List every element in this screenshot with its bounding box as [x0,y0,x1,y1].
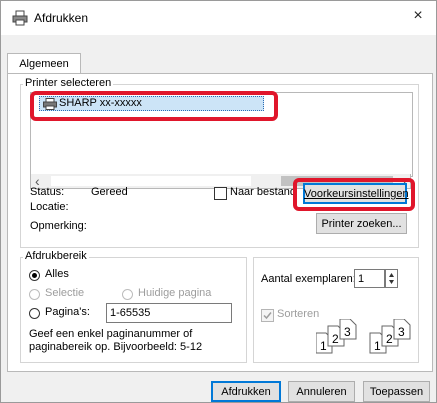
printer-select-label: Printer selecteren [23,77,114,89]
cancel-button[interactable]: Annuleren [288,381,355,402]
print-dialog: Afdrukken × Algemeen Printer selecteren … [0,0,437,403]
range-hint: Geef een enkel paginanummer of paginaber… [29,328,203,353]
svg-text:1: 1 [320,339,327,353]
all-pages-label: Alles [45,268,69,280]
copies-stepper[interactable] [385,269,398,288]
svg-text:2: 2 [332,332,339,346]
selection-radio[interactable] [29,289,40,300]
collate-pages-icon: 123 123 [316,319,411,354]
window-title: Afdrukken [34,11,89,25]
close-icon[interactable]: × [408,7,428,25]
preferences-highlight-box [293,178,415,211]
printer-highlight-box [30,91,278,121]
print-to-file-label: Naar bestand [230,186,297,198]
pages-label: Pagina's: [45,306,90,318]
pages-radio[interactable] [29,308,40,319]
find-printer-button[interactable]: Printer zoeken... [316,213,407,234]
svg-text:2: 2 [386,332,393,346]
pages-input[interactable]: 1-65535 [106,303,232,323]
status-value: Gereed [91,186,128,198]
collate-label: Sorteren [277,308,320,320]
current-page-radio[interactable] [122,289,133,300]
scrollbar-track [51,176,251,186]
svg-text:3: 3 [398,325,405,339]
svg-text:1: 1 [374,339,381,353]
printer-icon [12,10,28,26]
copies-label: Aantal exemplaren: [261,273,356,285]
tab-general[interactable]: Algemeen [7,53,81,74]
status-label: Status: [30,186,65,198]
current-page-label: Huidige pagina [138,287,212,299]
svg-text:3: 3 [344,325,351,339]
collate-checkbox[interactable] [261,309,274,322]
selection-label: Selectie [45,287,85,299]
copies-input[interactable]: 1 [354,269,385,288]
all-pages-radio[interactable] [29,270,40,281]
print-range-label: Afdrukbereik [23,250,89,262]
title-bar: Afdrukken × [1,1,436,35]
print-to-file-checkbox[interactable] [214,187,227,200]
check-icon [263,312,272,320]
location-label: Locatie: [30,201,69,213]
print-button[interactable]: Afdrukken [211,381,281,402]
apply-button[interactable]: Toepassen [363,381,430,402]
stepper-arrows-icon[interactable] [386,270,397,287]
comment-label: Opmerking: [30,220,87,232]
